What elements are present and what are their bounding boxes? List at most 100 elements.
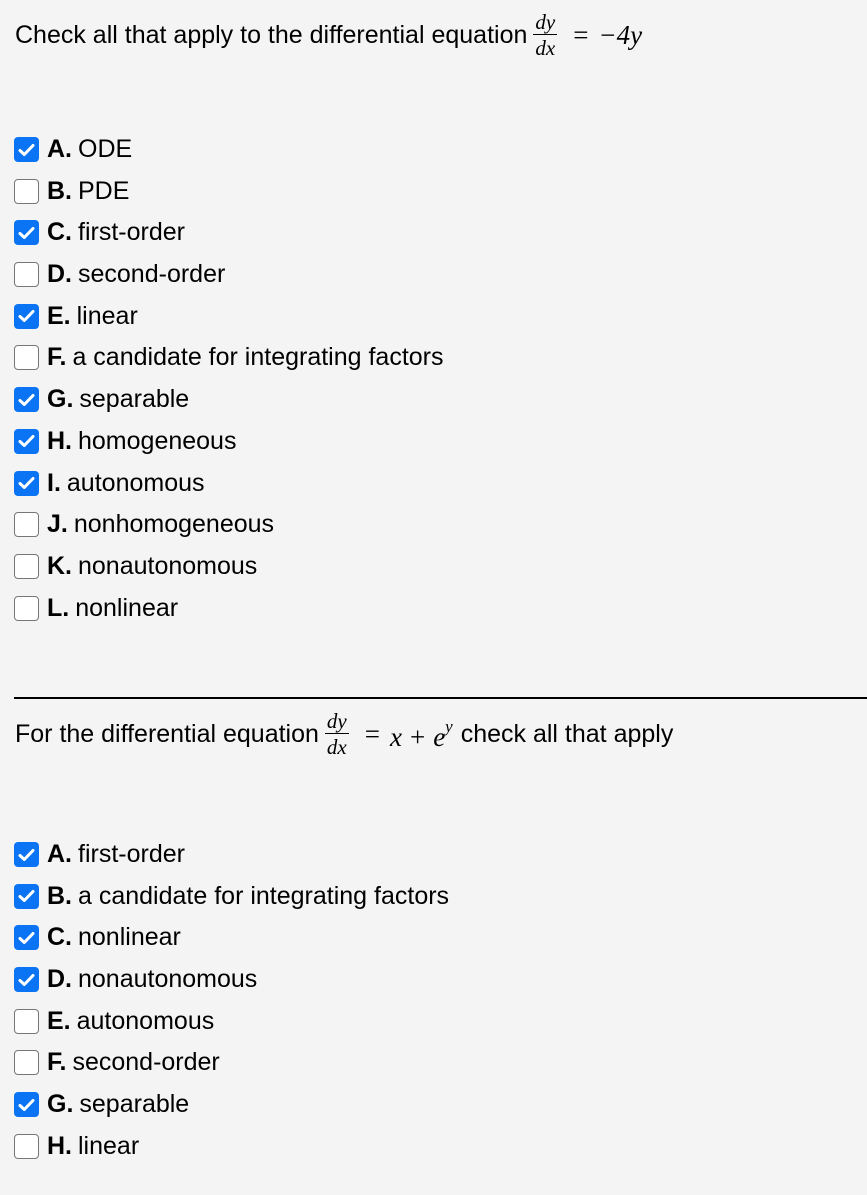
checkbox-option[interactable]: I. autonomous xyxy=(14,469,444,511)
checkbox-checked[interactable] xyxy=(14,842,39,867)
checkbox-option[interactable]: H. homogeneous xyxy=(14,427,444,469)
checkbox-checked[interactable] xyxy=(14,967,39,993)
equation-rhs: x + ey xyxy=(390,716,453,752)
checkbox-checked[interactable] xyxy=(14,137,39,162)
option-letter: H. xyxy=(47,426,72,455)
option-label[interactable]: second-order xyxy=(78,260,225,288)
option-label[interactable]: PDE xyxy=(78,177,129,205)
checkbox-option[interactable]: E. autonomous xyxy=(14,1007,449,1049)
checkbox-checked[interactable] xyxy=(14,428,39,454)
checkbox-unchecked[interactable] xyxy=(14,1133,39,1159)
checkbox-unchecked[interactable] xyxy=(14,595,39,621)
option-label[interactable]: linear xyxy=(77,302,138,330)
section-divider xyxy=(14,697,867,699)
option-label[interactable]: nonhomogeneous xyxy=(74,510,274,538)
rhs-x: x xyxy=(389,722,402,752)
checkbox-unchecked[interactable] xyxy=(14,178,39,204)
option-letter: D. xyxy=(47,965,72,994)
fraction-denominator: dx xyxy=(535,36,556,60)
checkmark-icon xyxy=(18,931,35,944)
option-letter: E. xyxy=(47,301,71,330)
question-2-prompt: For the differential equation dy dx = x +… xyxy=(15,709,673,758)
option-letter: A. xyxy=(47,840,72,868)
plus-sign: + xyxy=(409,722,426,752)
checkmark-icon xyxy=(18,393,35,406)
question-1-prompt-text: Check all that apply to the differential… xyxy=(15,21,528,49)
checkmark-icon xyxy=(18,477,35,489)
option-letter: J. xyxy=(47,510,68,539)
checkbox-checked[interactable] xyxy=(14,883,39,909)
checkbox-unchecked[interactable] xyxy=(14,345,39,371)
checkbox-checked[interactable] xyxy=(14,303,39,329)
checkbox-option[interactable]: H. linear xyxy=(14,1132,449,1174)
option-label[interactable]: linear xyxy=(78,1132,139,1160)
option-label[interactable]: first-order xyxy=(78,840,185,868)
checkbox-unchecked[interactable] xyxy=(14,262,39,288)
question-1-equation: dy dx = −4y xyxy=(527,10,642,60)
checkbox-option[interactable]: F. a candidate for integrating factors xyxy=(14,343,444,385)
checkbox-option[interactable]: D. second-order xyxy=(14,260,444,302)
option-label[interactable]: autonomous xyxy=(67,469,205,497)
fraction-numerator: dy xyxy=(324,709,349,734)
equals-sign: = xyxy=(573,20,589,50)
checkmark-icon xyxy=(18,890,35,903)
checkbox-option[interactable]: D. nonautonomous xyxy=(14,965,449,1007)
option-letter: I. xyxy=(47,468,61,497)
checkbox-unchecked[interactable] xyxy=(14,512,39,538)
checkmark-icon xyxy=(18,435,35,448)
checkmark-icon xyxy=(18,226,35,239)
option-letter: H. xyxy=(47,1131,72,1160)
checkbox-option[interactable]: F. second-order xyxy=(14,1048,449,1090)
checkbox-option[interactable]: C. nonlinear xyxy=(14,923,449,965)
option-label[interactable]: nonautonomous xyxy=(78,552,257,580)
checkbox-option[interactable]: A. first-order xyxy=(14,840,449,882)
checkbox-option[interactable]: A. ODE xyxy=(14,135,444,177)
option-letter: D. xyxy=(47,260,72,289)
checkbox-unchecked[interactable] xyxy=(14,553,39,579)
option-label[interactable]: a candidate for integrating factors xyxy=(78,882,449,910)
checkbox-option[interactable]: J. nonhomogeneous xyxy=(14,510,444,552)
checkmark-icon xyxy=(18,310,35,323)
option-letter: K. xyxy=(47,551,72,580)
option-label[interactable]: homogeneous xyxy=(78,427,236,455)
option-letter: L. xyxy=(47,593,70,622)
checkbox-option[interactable]: E. linear xyxy=(14,302,444,344)
checkbox-option[interactable]: L. nonlinear xyxy=(14,594,444,636)
option-label[interactable]: separable xyxy=(79,1090,189,1118)
fraction-numerator: dy xyxy=(533,10,558,35)
option-label[interactable]: autonomous xyxy=(77,1007,215,1035)
option-label[interactable]: a candidate for integrating factors xyxy=(72,343,443,371)
question-2-prompt-text: For the differential equation xyxy=(15,720,319,748)
option-label[interactable]: nonlinear xyxy=(75,594,178,622)
option-letter: B. xyxy=(47,176,72,205)
option-letter: A. xyxy=(47,135,72,163)
checkmark-icon xyxy=(18,143,35,156)
checkbox-checked[interactable] xyxy=(14,470,39,496)
derivative-fraction: dy dx xyxy=(324,709,349,758)
checkbox-option[interactable]: B. a candidate for integrating factors xyxy=(14,882,449,924)
option-letter: E. xyxy=(47,1006,71,1035)
checkbox-unchecked[interactable] xyxy=(14,1008,39,1034)
option-letter: C. xyxy=(47,218,72,247)
option-label[interactable]: second-order xyxy=(72,1048,219,1076)
checkmark-icon xyxy=(18,973,35,986)
option-label[interactable]: separable xyxy=(79,385,189,413)
question-2-equation: dy dx = x + ey xyxy=(319,709,453,758)
checkbox-option[interactable]: G. separable xyxy=(14,1090,449,1132)
checkbox-unchecked[interactable] xyxy=(14,1050,39,1076)
checkbox-checked[interactable] xyxy=(14,1092,39,1118)
checkbox-option[interactable]: B. PDE xyxy=(14,177,444,219)
checkbox-option[interactable]: C. first-order xyxy=(14,218,444,260)
option-label[interactable]: first-order xyxy=(78,218,185,246)
checkbox-checked[interactable] xyxy=(14,387,39,413)
checkbox-option[interactable]: K. nonautonomous xyxy=(14,552,444,594)
option-label[interactable]: nonlinear xyxy=(78,923,181,951)
rhs-exponent: y xyxy=(445,717,453,736)
checkbox-option[interactable]: G. separable xyxy=(14,385,444,427)
checkbox-checked[interactable] xyxy=(14,925,39,951)
option-label[interactable]: ODE xyxy=(78,135,132,163)
option-letter: G. xyxy=(47,385,74,414)
checkbox-checked[interactable] xyxy=(14,220,39,246)
derivative-fraction: dy dx xyxy=(533,10,558,60)
option-label[interactable]: nonautonomous xyxy=(78,965,257,993)
